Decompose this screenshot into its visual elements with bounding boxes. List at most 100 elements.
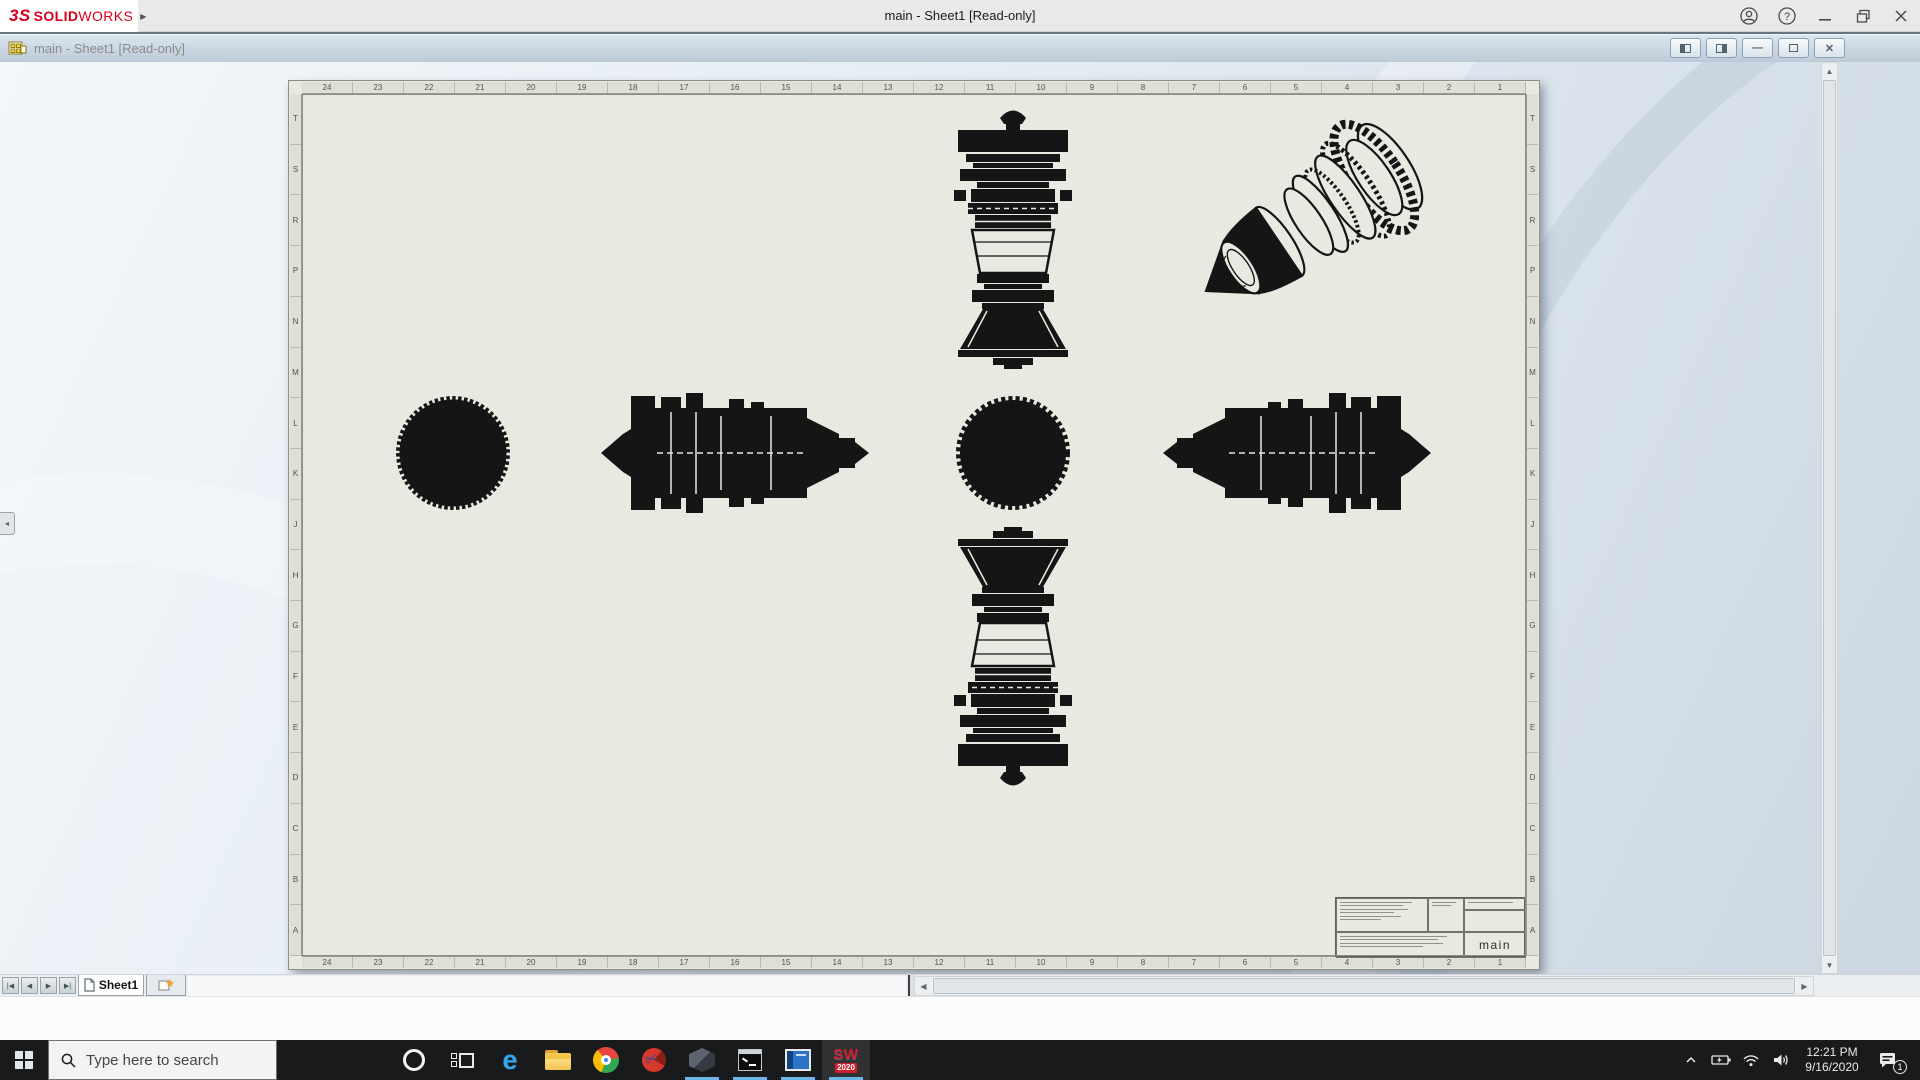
- title-block: main: [1335, 897, 1526, 958]
- chevron-up-icon: [1686, 1056, 1696, 1063]
- doc-minimize-button[interactable]: —: [1742, 38, 1773, 58]
- close-icon[interactable]: [1888, 3, 1914, 29]
- screen-capture-button[interactable]: ✂: [630, 1040, 678, 1080]
- title-block-cell: [1464, 898, 1526, 910]
- cortana-icon: [403, 1049, 425, 1071]
- graphics-viewport[interactable]: 24 23 22 21 20 19 18 17 16 15 14 13 12 11 10 9 8 7 6 5 4 3 2 1 …: [0, 62, 1920, 974]
- task-view-icon: [450, 1052, 474, 1068]
- first-sheet-button[interactable]: |◀: [2, 977, 19, 994]
- view-top: [952, 109, 1074, 371]
- command-prompt-button[interactable]: [726, 1040, 774, 1080]
- file-explorer-button[interactable]: [534, 1040, 582, 1080]
- media-app-button[interactable]: [774, 1040, 822, 1080]
- taskbar-clock[interactable]: 12:21 PM 9/16/2020: [1799, 1045, 1865, 1075]
- vertical-scrollbar[interactable]: ▲ ▼: [1821, 62, 1838, 974]
- taskbar-search[interactable]: [48, 1040, 277, 1080]
- prev-sheet-button[interactable]: ◀: [21, 977, 38, 994]
- solidworks-2020-icon: SW 2020: [833, 1046, 859, 1073]
- view-back: [960, 400, 1066, 506]
- sheet-page-icon: [84, 978, 95, 992]
- vertical-scroll-thumb[interactable]: [1823, 80, 1836, 956]
- sheet-tab-bar: |◀ ◀ ▶ ▶| Sheet1 ◀ ▶: [0, 974, 1920, 996]
- title-block-cell: [1428, 898, 1464, 932]
- file-explorer-icon: [545, 1050, 571, 1070]
- show-left-pane-button[interactable]: [1670, 38, 1701, 58]
- wifi-icon: [1743, 1055, 1759, 1067]
- help-icon[interactable]: ?: [1774, 3, 1800, 29]
- hexagon-app-icon: [689, 1048, 715, 1072]
- title-block-cell: [1464, 910, 1526, 932]
- task-view-button[interactable]: [438, 1040, 486, 1080]
- view-front-fan: [396, 396, 510, 510]
- notification-badge: 1: [1893, 1060, 1907, 1074]
- doc-close-button[interactable]: ✕: [1814, 38, 1845, 58]
- restore-icon[interactable]: [1850, 3, 1876, 29]
- view-side-right: [1162, 392, 1432, 514]
- taskbar-spacer: [277, 1040, 390, 1080]
- speaker-icon: [1774, 1054, 1788, 1066]
- action-center-button[interactable]: 1: [1871, 1040, 1907, 1080]
- horizontal-scrollbar[interactable]: ◀ ▶: [914, 976, 1814, 996]
- show-right-pane-button[interactable]: [1706, 38, 1737, 58]
- tab-sheet1[interactable]: Sheet1: [78, 975, 144, 996]
- sheet-nav-buttons: |◀ ◀ ▶ ▶|: [2, 977, 76, 994]
- window-controls: ?: [1736, 0, 1914, 32]
- tray-chevron-button[interactable]: [1679, 1040, 1703, 1080]
- document-window-controls: — ✕: [1670, 38, 1845, 58]
- edge-icon: e: [502, 1045, 518, 1075]
- feature-pane-collapse-tab[interactable]: ◂: [0, 512, 15, 535]
- solidworks-button[interactable]: SW 2020: [822, 1040, 870, 1080]
- status-bar: [0, 996, 1920, 1040]
- minimize-icon[interactable]: [1812, 3, 1838, 29]
- scroll-up-arrow[interactable]: ▲: [1822, 63, 1837, 79]
- windows-logo-icon: [15, 1051, 33, 1069]
- drawing-views-svg: [289, 109, 1432, 787]
- view-side-left: [600, 392, 870, 514]
- taskbar: e ✂ SW 2020: [0, 1040, 1920, 1080]
- account-icon[interactable]: [1736, 3, 1762, 29]
- next-sheet-button[interactable]: ▶: [40, 977, 57, 994]
- right-pane-icon: [1716, 43, 1727, 53]
- chrome-icon: [593, 1047, 619, 1073]
- title-block-cell: [1336, 932, 1464, 958]
- start-button[interactable]: [0, 1040, 48, 1080]
- battery-button[interactable]: [1709, 1040, 1733, 1080]
- document-title: main - Sheet1 [Read-only]: [34, 40, 186, 56]
- scroll-left-arrow[interactable]: ◀: [915, 977, 932, 995]
- system-tray: 12:21 PM 9/16/2020 1: [1679, 1040, 1920, 1080]
- drawing-document-icon: [8, 41, 27, 54]
- view-isometric: [1204, 119, 1424, 295]
- chrome-button[interactable]: [582, 1040, 630, 1080]
- title-block-drawing-name: main: [1464, 932, 1526, 958]
- app-titlebar: 3S SOLIDWORKS ▶ main - Sheet1 [Read-only]…: [0, 0, 1920, 32]
- clock-time: 12:21 PM: [1806, 1045, 1858, 1059]
- scroll-right-arrow[interactable]: ▶: [1796, 977, 1813, 995]
- add-sheet-icon: [158, 979, 174, 991]
- restore-icon: [1789, 44, 1798, 52]
- document-titlebar: main - Sheet1 [Read-only] — ✕: [0, 32, 1920, 62]
- svg-text:?: ?: [1784, 11, 1790, 23]
- scroll-down-arrow[interactable]: ▼: [1822, 957, 1837, 973]
- title-block-cell: [1336, 898, 1428, 932]
- tab-strip-empty: [188, 976, 906, 996]
- horizontal-scroll-thumb[interactable]: [933, 978, 1795, 994]
- volume-button[interactable]: [1769, 1040, 1793, 1080]
- cortana-button[interactable]: [390, 1040, 438, 1080]
- screen-capture-icon: ✂: [642, 1048, 666, 1072]
- clock-date: 9/16/2020: [1805, 1060, 1859, 1074]
- window-title: main - Sheet1 [Read-only]: [884, 8, 1036, 23]
- wifi-button[interactable]: [1739, 1040, 1763, 1080]
- screen: 3S SOLIDWORKS ▶ main - Sheet1 [Read-only]…: [0, 0, 1920, 1080]
- last-sheet-button[interactable]: ▶|: [59, 977, 76, 994]
- doc-restore-button[interactable]: [1778, 38, 1809, 58]
- view-bottom: [952, 525, 1074, 787]
- add-sheet-button[interactable]: [146, 975, 186, 996]
- command-prompt-icon: [738, 1049, 762, 1071]
- search-input[interactable]: [86, 1051, 261, 1069]
- edge-button[interactable]: e: [486, 1040, 534, 1080]
- left-pane-icon: [1680, 43, 1691, 53]
- search-icon: [61, 1053, 76, 1068]
- drawing-sheet[interactable]: 24 23 22 21 20 19 18 17 16 15 14 13 12 11 10 9 8 7 6 5 4 3 2 1 …: [288, 80, 1540, 970]
- hexagon-app-button[interactable]: [678, 1040, 726, 1080]
- battery-charging-icon: [1710, 1055, 1731, 1065]
